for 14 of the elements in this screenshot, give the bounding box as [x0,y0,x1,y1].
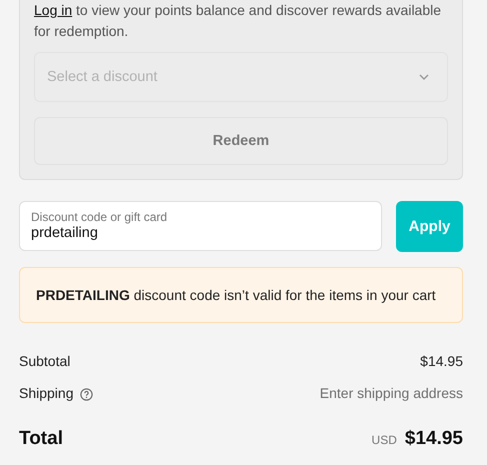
currency-code: USD [372,433,397,447]
chevron-down-icon [419,74,429,80]
error-message: PRDETAILING discount code isn’t valid for the items in your cart [36,287,436,303]
login-link[interactable]: Log in [34,2,72,18]
summary-value: Enter shipping address [320,385,463,401]
summary-label: Subtotal [19,353,70,369]
summary-label: Shipping [19,385,74,401]
total-amount: $14.95 [404,428,463,450]
apply-button[interactable]: Apply [396,201,463,252]
total-label: Total [19,428,63,450]
summary-value: $14.95 [420,353,463,369]
help-icon[interactable] [80,388,92,400]
login-prompt: Log in to view your points balance and discover rewards available for redemption. [34,1,442,41]
discount-code-field[interactable]: Discount code or gift card prdetailing [19,201,382,251]
